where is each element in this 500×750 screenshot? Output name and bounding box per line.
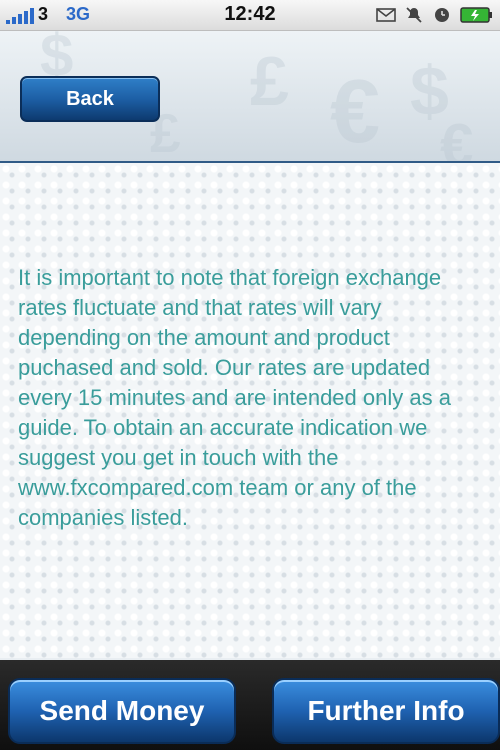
send-money-button[interactable]: Send Money — [8, 678, 236, 744]
status-icons — [376, 6, 494, 24]
header: $ £ € $ £ € Back — [0, 31, 500, 163]
battery-charging-icon — [460, 7, 492, 23]
info-panel: It is important to note that foreign exc… — [0, 163, 500, 658]
app-screen: 3 3G 12:42 $ £ € $ £ € Back It is import… — [0, 0, 500, 750]
background-currency-symbol: £ — [250, 42, 289, 120]
background-currency-symbol: € — [440, 112, 474, 163]
rates-disclaimer: It is important to note that foreign exc… — [18, 265, 451, 530]
bottom-toolbar: Send Money Further Info — [0, 660, 500, 750]
alarm-icon — [435, 8, 449, 22]
mail-icon — [376, 8, 396, 22]
further-info-button[interactable]: Further Info — [272, 678, 500, 744]
background-currency-symbol: € — [330, 62, 381, 162]
status-bar: 3 3G 12:42 — [0, 0, 500, 31]
back-button[interactable]: Back — [20, 76, 160, 122]
silent-icon — [406, 7, 422, 23]
